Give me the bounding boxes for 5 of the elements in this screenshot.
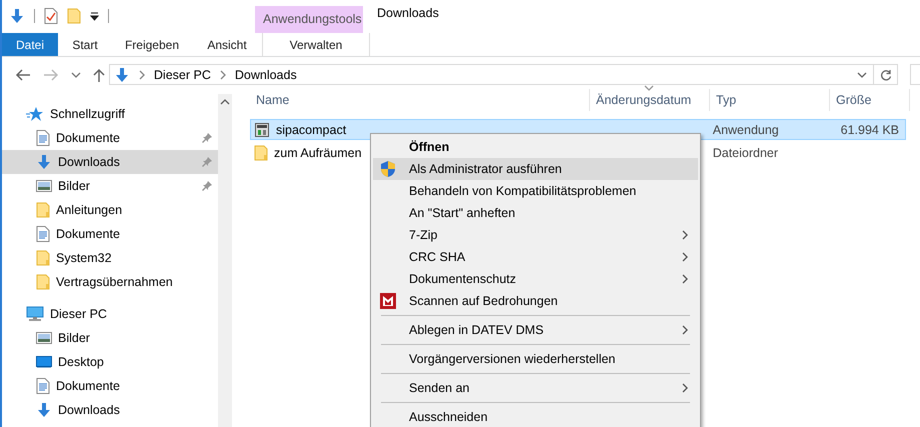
window-title: Downloads: [376, 6, 439, 22]
file-size: 61.994 KB: [840, 122, 900, 136]
file-type: Anwendung: [712, 122, 780, 136]
contextual-tab-group: Anwendungstools: [255, 6, 363, 33]
file-type: Dateiordner: [712, 146, 780, 160]
